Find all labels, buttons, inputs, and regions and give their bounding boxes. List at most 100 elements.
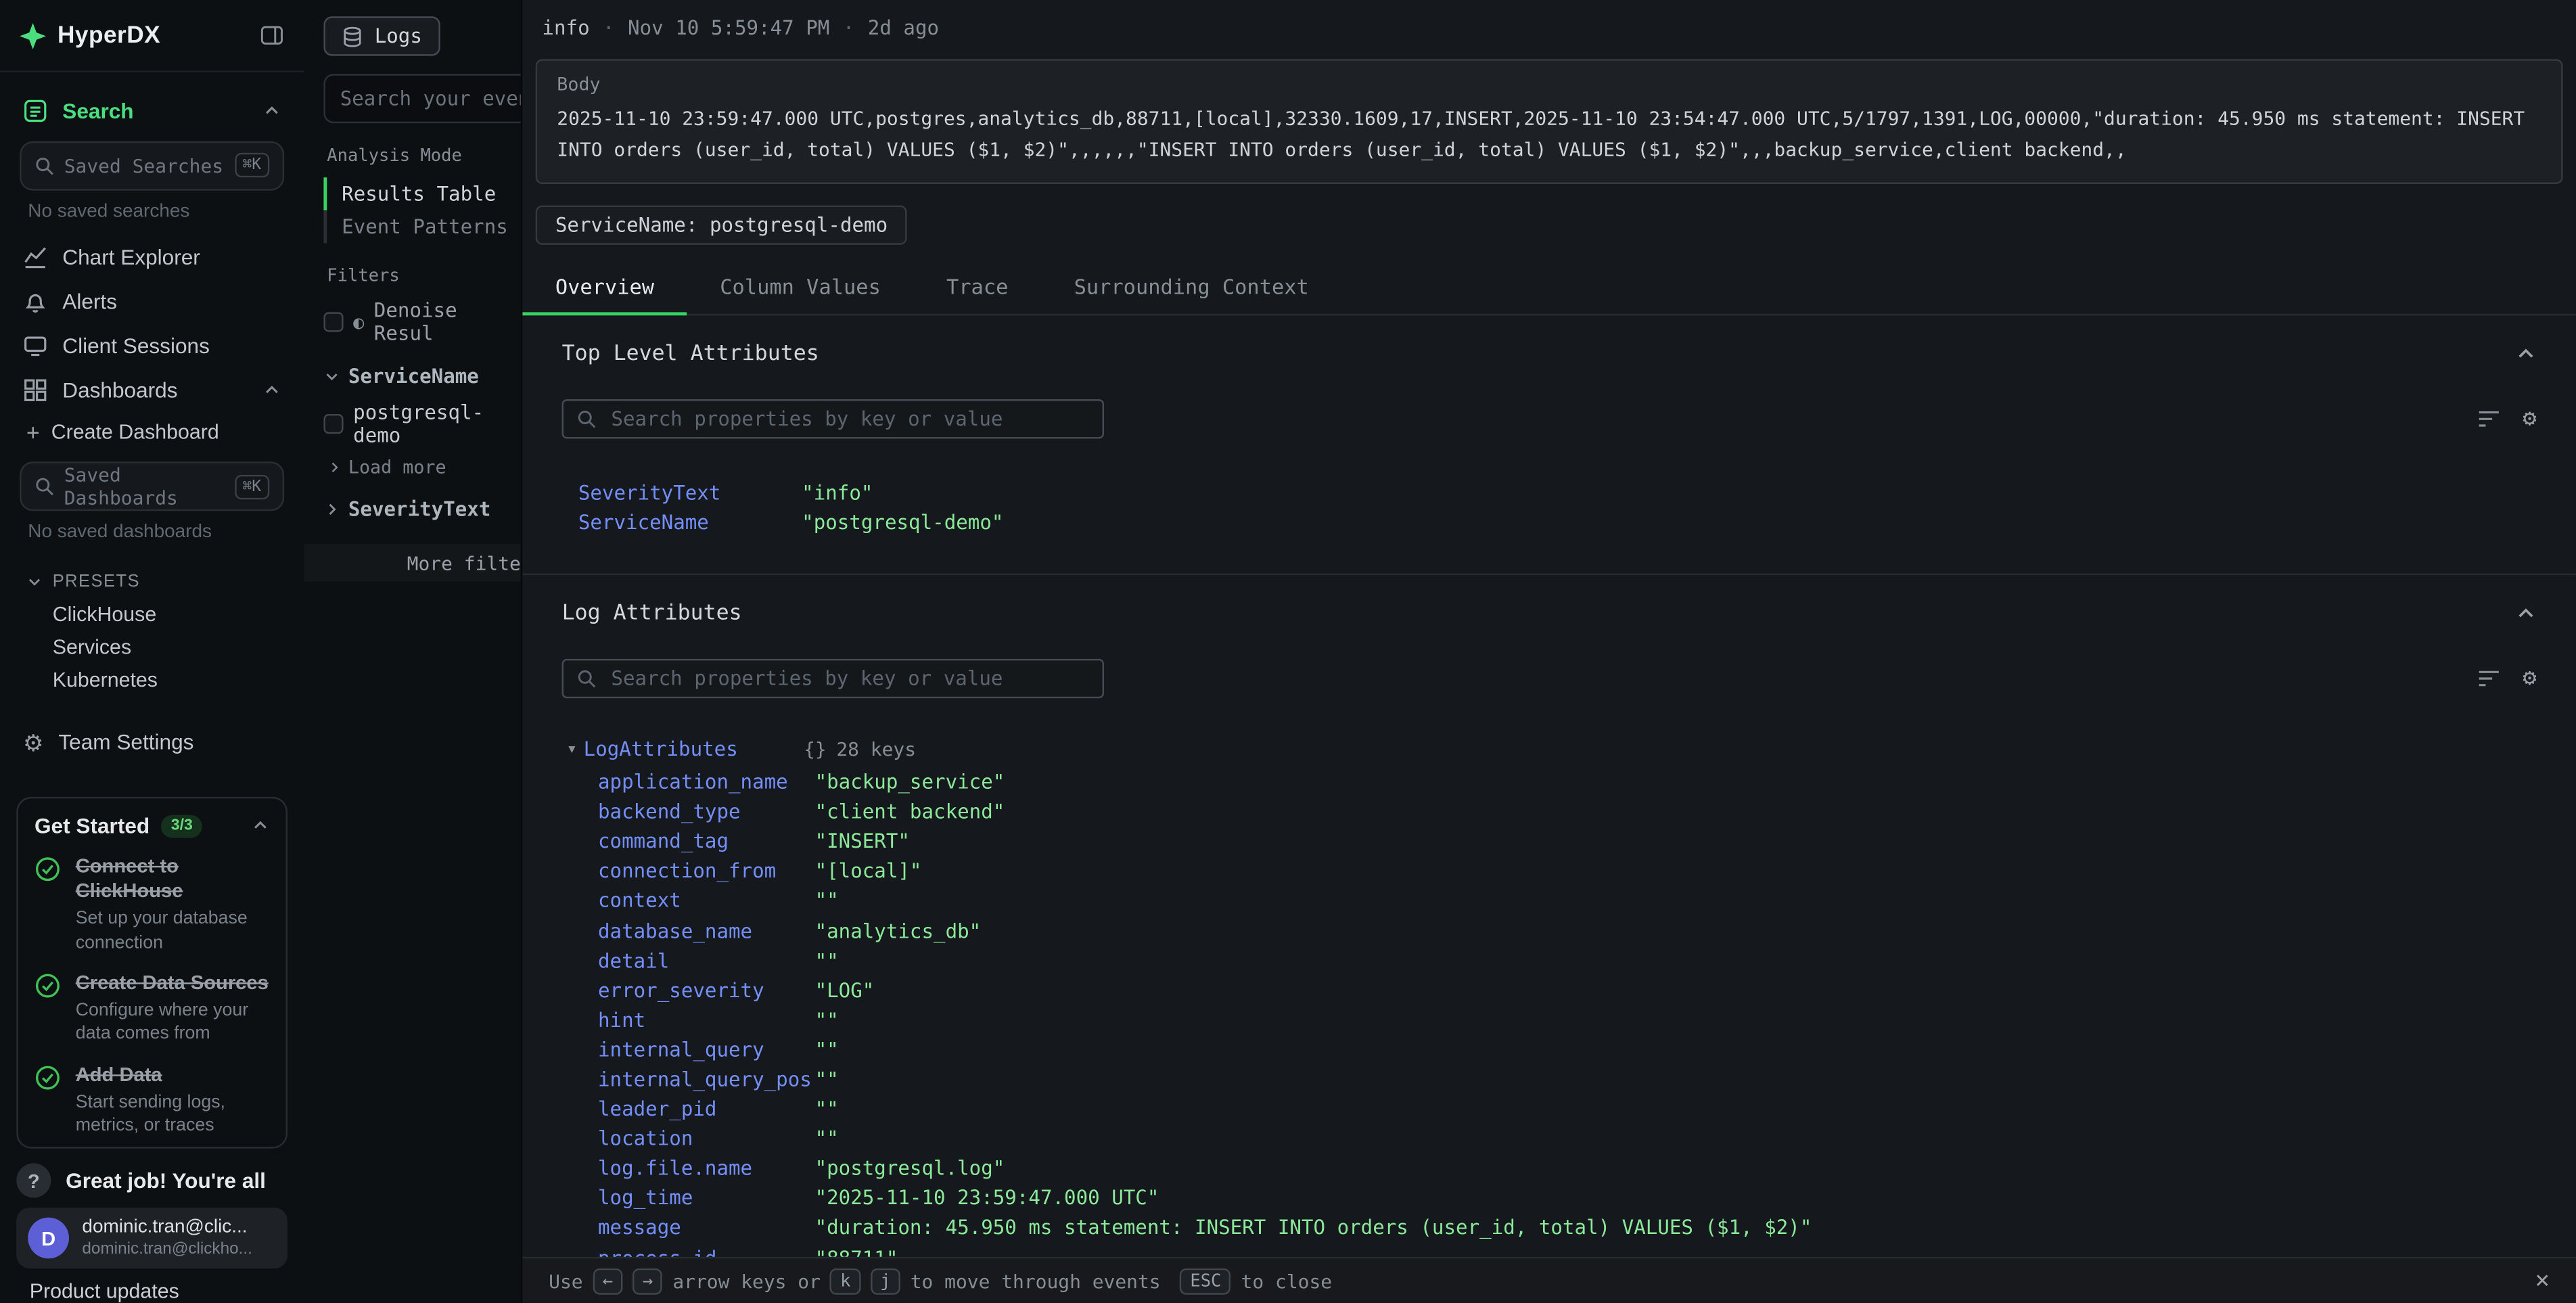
attribute-row[interactable]: database_name "analytics_db": [598, 916, 2537, 946]
attribute-value[interactable]: "backup_service": [815, 771, 1005, 794]
detail-tab[interactable]: Surrounding Context: [1041, 261, 1341, 314]
attribute-value[interactable]: "[local]": [815, 860, 922, 883]
attribute-value[interactable]: "postgresql-demo": [802, 511, 1003, 534]
attribute-row[interactable]: internal_query "": [598, 1035, 2537, 1065]
attribute-value[interactable]: "duration: 45.950 ms statement: INSERT I…: [815, 1216, 1812, 1239]
analysis-mode-option[interactable]: Event Patterns: [323, 210, 520, 244]
property-search-input[interactable]: [608, 406, 1090, 432]
attribute-key[interactable]: database_name: [598, 919, 815, 942]
user-menu[interactable]: D dominic.tran@clic... dominic.tran@clic…: [16, 1208, 288, 1268]
get-started-item[interactable]: Create Data Sources Configure where your…: [34, 971, 269, 1046]
attribute-key[interactable]: command_tag: [598, 830, 815, 853]
close-icon[interactable]: ×: [2535, 1268, 2550, 1293]
line-options-icon[interactable]: [2477, 409, 2500, 429]
attribute-value[interactable]: "": [815, 1127, 839, 1150]
sidebar-preset-item[interactable]: Services: [16, 632, 288, 665]
attribute-key[interactable]: log.file.name: [598, 1157, 815, 1180]
denoise-checkbox-row[interactable]: ◐ Denoise Resul: [323, 299, 520, 345]
saved-searches-input[interactable]: Saved Searches ⌘K: [20, 141, 284, 191]
collapse-section-icon[interactable]: [2515, 603, 2537, 624]
attribute-row[interactable]: hint "": [598, 1005, 2537, 1035]
attribute-value[interactable]: "postgresql.log": [815, 1157, 1005, 1180]
attribute-row[interactable]: error_severity "LOG": [598, 976, 2537, 1005]
sidebar-preset-item[interactable]: ClickHouse: [16, 599, 288, 632]
nav-dashboards[interactable]: Dashboards: [16, 367, 288, 411]
analysis-mode-option[interactable]: Results Table: [323, 177, 520, 210]
source-selector[interactable]: Logs: [323, 16, 440, 55]
attribute-value[interactable]: "": [815, 949, 839, 972]
attribute-key[interactable]: context: [598, 890, 815, 913]
attribute-value[interactable]: "client backend": [815, 800, 1005, 823]
product-updates-link[interactable]: Product updates: [30, 1280, 288, 1303]
more-filters-button[interactable]: More filte: [304, 544, 521, 582]
load-more-button[interactable]: Load more: [323, 457, 520, 478]
gear-icon[interactable]: ⚙: [2523, 667, 2536, 690]
attribute-row[interactable]: backend_type "client backend": [598, 797, 2537, 827]
attribute-value[interactable]: "info": [802, 482, 873, 505]
gear-icon[interactable]: ⚙: [2523, 407, 2536, 430]
attribute-key[interactable]: hint: [598, 1009, 815, 1032]
nav-client-sessions[interactable]: Client Sessions: [16, 323, 288, 367]
detail-tab[interactable]: Overview: [522, 261, 687, 314]
attribute-value[interactable]: "INSERT": [815, 830, 910, 853]
detail-tab[interactable]: Trace: [913, 261, 1041, 314]
saved-dashboards-input[interactable]: Saved Dashboards ⌘K: [20, 463, 284, 512]
checkbox[interactable]: [323, 312, 343, 332]
attribute-value[interactable]: "": [815, 1038, 839, 1061]
property-search-input[interactable]: [608, 666, 1090, 692]
line-options-icon[interactable]: [2477, 668, 2500, 688]
attribute-value[interactable]: "": [815, 1068, 839, 1091]
attribute-row[interactable]: internal_query_pos "": [598, 1065, 2537, 1095]
checkbox[interactable]: [323, 414, 343, 434]
collapse-section-icon[interactable]: [2515, 344, 2537, 365]
attribute-row[interactable]: command_tag "INSERT": [598, 827, 2537, 856]
attribute-key[interactable]: SeverityText: [578, 482, 802, 505]
service-name-chip[interactable]: ServiceName: postgresql-demo: [536, 206, 908, 245]
attribute-row[interactable]: ServiceName "postgresql-demo": [578, 507, 2537, 537]
attribute-key[interactable]: log_time: [598, 1187, 815, 1210]
attribute-value[interactable]: "": [815, 1097, 839, 1120]
attribute-row[interactable]: SeverityText "info": [578, 478, 2537, 508]
nav-team-settings[interactable]: ⚙ Team Settings: [16, 721, 288, 764]
attribute-key[interactable]: message: [598, 1216, 815, 1239]
filter-group-servicename[interactable]: ServiceName: [323, 365, 520, 388]
nav-search[interactable]: Search: [16, 89, 288, 133]
help-button[interactable]: ?: [16, 1164, 51, 1198]
attribute-row[interactable]: detail "": [598, 946, 2537, 976]
attribute-row[interactable]: log_time "2025-11-10 23:59:47.000 UTC": [598, 1183, 2537, 1213]
create-dashboard-button[interactable]: + Create Dashboard: [16, 411, 288, 454]
attribute-key[interactable]: ServiceName: [578, 511, 802, 534]
attribute-key[interactable]: error_severity: [598, 979, 815, 1002]
filter-group-severitytext[interactable]: SeverityText: [323, 498, 520, 521]
presets-toggle[interactable]: PRESETS: [26, 572, 288, 592]
attribute-key[interactable]: application_name: [598, 771, 815, 794]
get-started-item[interactable]: Add Data Start sending logs, metrics, or…: [34, 1062, 269, 1137]
sidebar-preset-item[interactable]: Kubernetes: [16, 664, 288, 698]
attribute-row[interactable]: message "duration: 45.950 ms statement: …: [598, 1213, 2537, 1243]
service-filter-option[interactable]: postgresql-demo: [323, 401, 520, 447]
attribute-key[interactable]: leader_pid: [598, 1097, 815, 1120]
detail-tab[interactable]: Column Values: [687, 261, 914, 314]
attribute-key[interactable]: internal_query: [598, 1038, 815, 1061]
attribute-row[interactable]: log.file.name "postgresql.log": [598, 1153, 2537, 1183]
sidebar-collapse-icon[interactable]: [260, 23, 284, 47]
attribute-value[interactable]: "": [815, 890, 839, 913]
get-started-header[interactable]: Get Started 3/3: [34, 814, 269, 838]
attribute-value[interactable]: "": [815, 1009, 839, 1032]
log-attributes-root-toggle[interactable]: ▼ LogAttributes {} 28 keys: [562, 735, 2537, 764]
attribute-value[interactable]: "LOG": [815, 979, 875, 1002]
attribute-key[interactable]: internal_query_pos: [598, 1068, 815, 1091]
get-started-item[interactable]: Connect to ClickHouse Set up your databa…: [34, 855, 269, 955]
nav-alerts[interactable]: Alerts: [16, 279, 288, 323]
attribute-row[interactable]: leader_pid "": [598, 1095, 2537, 1124]
attribute-row[interactable]: context "": [598, 886, 2537, 916]
attribute-key[interactable]: location: [598, 1127, 815, 1150]
attribute-row[interactable]: application_name "backup_service": [598, 767, 2537, 797]
nav-chart-explorer[interactable]: Chart Explorer: [16, 235, 288, 279]
attribute-row[interactable]: connection_from "[local]": [598, 856, 2537, 886]
attribute-key[interactable]: detail: [598, 949, 815, 972]
attribute-key[interactable]: connection_from: [598, 860, 815, 883]
attribute-value[interactable]: "analytics_db": [815, 919, 982, 942]
event-search-input[interactable]: [323, 74, 520, 123]
attribute-value[interactable]: "2025-11-10 23:59:47.000 UTC": [815, 1187, 1159, 1210]
